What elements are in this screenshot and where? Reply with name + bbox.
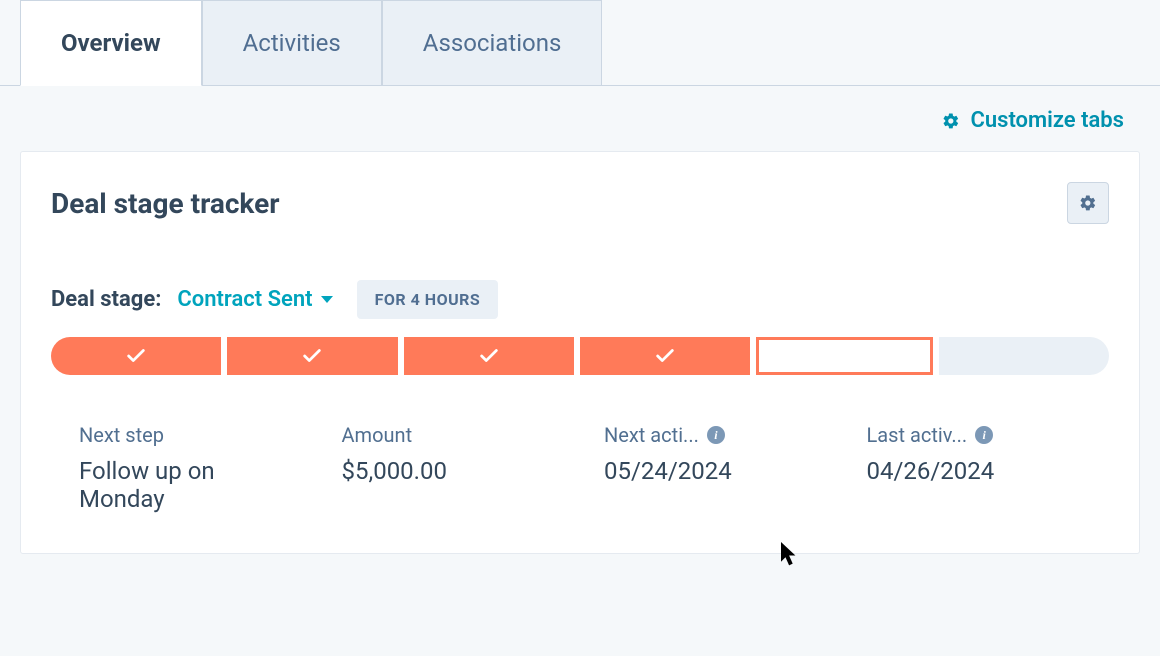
gear-icon xyxy=(942,112,960,130)
stage-progress-bar xyxy=(51,337,1109,375)
deal-stage-dropdown[interactable]: Contract Sent xyxy=(177,287,332,312)
tabs-row: Overview Activities Associations xyxy=(0,0,1160,86)
check-icon xyxy=(125,345,147,367)
detail-next-step: Next step Follow up on Monday xyxy=(79,423,322,513)
mouse-cursor-icon xyxy=(781,542,799,566)
tab-label: Overview xyxy=(61,29,161,57)
stage-duration-chip: FOR 4 HOURS xyxy=(357,280,499,319)
deal-stage-label: Deal stage: xyxy=(51,287,161,312)
info-icon[interactable]: i xyxy=(975,426,993,444)
detail-label: Next acti... i xyxy=(604,423,847,447)
stage-segment[interactable] xyxy=(227,337,397,375)
detail-value: 05/24/2024 xyxy=(604,457,847,485)
check-icon xyxy=(301,345,323,367)
detail-next-activity: Next acti... i 05/24/2024 xyxy=(604,423,847,513)
detail-value: Follow up on Monday xyxy=(79,457,259,513)
deal-stage-card: Deal stage tracker Deal stage: Contract … xyxy=(20,151,1140,554)
deal-stage-value: Contract Sent xyxy=(177,287,312,312)
tab-overview[interactable]: Overview xyxy=(20,0,202,86)
stage-segment[interactable] xyxy=(404,337,574,375)
info-icon[interactable]: i xyxy=(707,426,725,444)
card-title: Deal stage tracker xyxy=(51,187,280,220)
detail-label: Last activ... i xyxy=(867,423,1110,447)
detail-amount: Amount $5,000.00 xyxy=(342,423,585,513)
chevron-down-icon xyxy=(321,296,333,303)
check-icon xyxy=(654,345,676,367)
detail-label: Next step xyxy=(79,423,322,447)
stage-segment-current[interactable] xyxy=(756,337,932,375)
tab-label: Activities xyxy=(243,29,341,57)
card-settings-button[interactable] xyxy=(1067,182,1109,224)
stage-segment[interactable] xyxy=(51,337,221,375)
gear-icon xyxy=(1079,194,1097,212)
card-header: Deal stage tracker xyxy=(51,182,1109,224)
tab-label: Associations xyxy=(423,29,562,57)
detail-label: Amount xyxy=(342,423,585,447)
tab-activities[interactable]: Activities xyxy=(202,0,382,85)
deal-stage-row: Deal stage: Contract Sent FOR 4 HOURS xyxy=(51,280,1109,319)
detail-value: $5,000.00 xyxy=(342,457,585,485)
stage-segment[interactable] xyxy=(939,337,1109,375)
customize-row: Customize tabs xyxy=(0,86,1160,133)
customize-tabs-link[interactable]: Customize tabs xyxy=(970,108,1124,133)
detail-value: 04/26/2024 xyxy=(867,457,1110,485)
stage-segment[interactable] xyxy=(580,337,750,375)
check-icon xyxy=(478,345,500,367)
tab-associations[interactable]: Associations xyxy=(382,0,603,85)
detail-last-activity: Last activ... i 04/26/2024 xyxy=(867,423,1110,513)
deal-details-grid: Next step Follow up on Monday Amount $5,… xyxy=(51,423,1109,513)
